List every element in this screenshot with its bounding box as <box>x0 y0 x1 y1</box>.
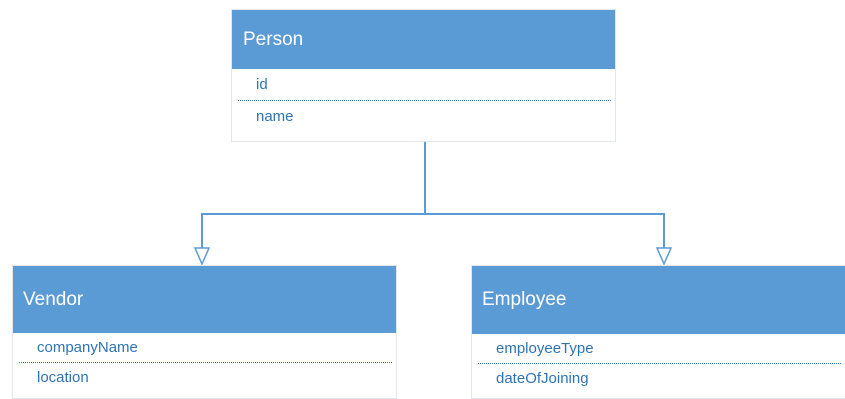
field-name: name <box>256 108 294 125</box>
entity-employee[interactable]: Employee employeeType dateOfJoining <box>471 265 845 399</box>
entity-vendor[interactable]: Vendor companyName location <box>12 265 397 399</box>
entity-person-title: Person <box>232 10 615 69</box>
vendor-inheritance-arrow-icon <box>193 247 211 266</box>
entity-employee-title: Employee <box>472 266 845 334</box>
entity-person[interactable]: Person id name <box>231 9 616 142</box>
field-location: location <box>37 369 89 386</box>
field-date-of-joining: dateOfJoining <box>496 370 589 387</box>
employee-inheritance-arrow-icon <box>655 247 673 266</box>
field-employee-type: employeeType <box>496 340 594 357</box>
entity-vendor-title: Vendor <box>13 266 396 333</box>
class-diagram: Person id name Vendor companyName locati… <box>0 0 845 399</box>
field-company-name: companyName <box>37 339 138 356</box>
field-id: id <box>256 76 268 93</box>
